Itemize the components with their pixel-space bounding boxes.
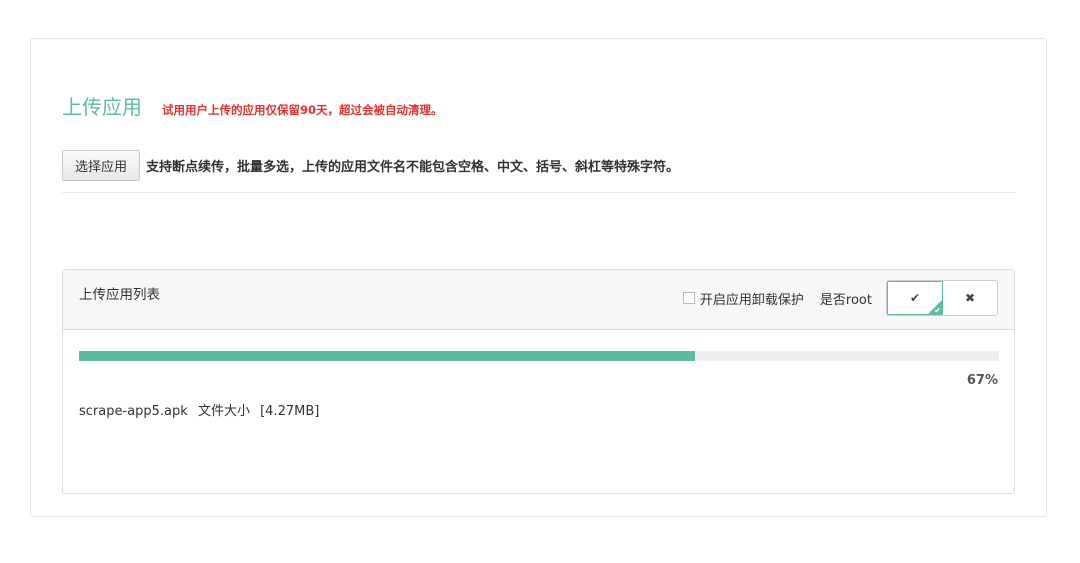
root-yes-button[interactable]: ✔ ✔ <box>887 281 943 315</box>
page-title: 上传应用 <box>62 95 142 119</box>
upload-list-panel: 上传应用列表 开启应用卸载保护 是否root ✔ ✔ ✖ 67% scrape-… <box>62 269 1015 494</box>
upload-progress-bar <box>79 351 999 361</box>
title-row: 上传应用 试用用户上传的应用仅保留90天，超过会被自动清理。 <box>62 91 443 119</box>
file-info: scrape-app5.apk 文件大小 [4.27MB] <box>79 400 319 419</box>
select-app-button[interactable]: 选择应用 <box>62 150 141 181</box>
root-toggle-group: ✔ ✔ ✖ <box>886 280 998 316</box>
check-icon: ✔ <box>909 291 921 305</box>
times-icon: ✖ <box>964 291 976 305</box>
divider <box>62 192 1016 193</box>
upload-list-header: 上传应用列表 开启应用卸载保护 是否root ✔ ✔ ✖ <box>63 270 1014 330</box>
header-controls: 开启应用卸载保护 是否root ✔ ✔ ✖ <box>682 280 998 316</box>
uninstall-protect-label[interactable]: 开启应用卸载保护 <box>700 289 804 308</box>
upload-card: 上传应用 试用用户上传的应用仅保留90天，超过会被自动清理。 选择应用 支持断点… <box>30 38 1047 517</box>
upload-progress-fill <box>79 351 696 361</box>
file-size-label: 文件大小 <box>197 404 250 419</box>
retention-note: 试用用户上传的应用仅保留90天，超过会被自动清理。 <box>162 103 443 117</box>
uninstall-protect-checkbox[interactable] <box>682 292 695 304</box>
root-label: 是否root <box>819 292 872 308</box>
file-size-value: [4.27MB] <box>260 404 320 419</box>
upload-list-title: 上传应用列表 <box>79 287 160 303</box>
root-no-button[interactable]: ✖ <box>943 281 997 315</box>
upload-progress-percent: 67% <box>966 373 998 388</box>
corner-check-icon: ✔ <box>934 306 941 315</box>
file-name: scrape-app5.apk <box>79 404 188 419</box>
upload-hint: 支持断点续传，批量多选，上传的应用文件名不能包含空格、中文、括号、斜杠等特殊字符… <box>146 160 680 175</box>
select-row: 选择应用 支持断点续传，批量多选，上传的应用文件名不能包含空格、中文、括号、斜杠… <box>62 150 679 181</box>
